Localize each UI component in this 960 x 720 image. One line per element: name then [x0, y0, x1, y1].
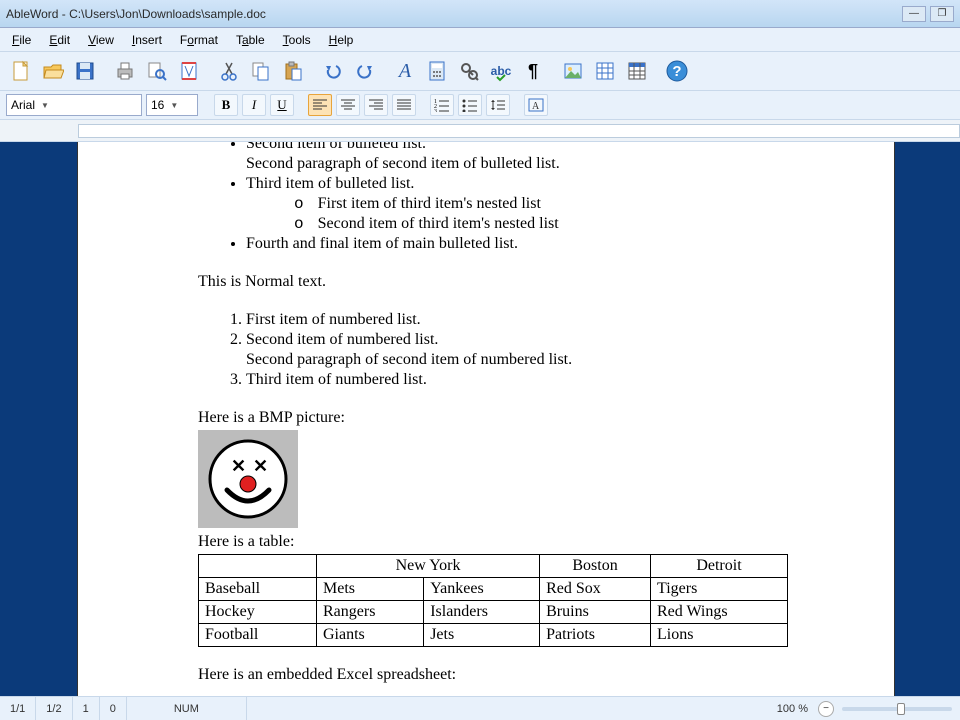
- list-item: First item of numbered list.: [246, 310, 774, 330]
- align-justify-button[interactable]: [392, 94, 416, 116]
- font-button[interactable]: A: [390, 56, 420, 86]
- spellcheck-button[interactable]: abc: [486, 56, 516, 86]
- new-button[interactable]: [6, 56, 36, 86]
- standard-toolbar: A abc ¶ ?: [0, 52, 960, 91]
- app-window: AbleWord - C:\Users\Jon\Downloads\sample…: [0, 0, 960, 720]
- zoom-level: 100 %: [767, 697, 818, 720]
- table-header: Boston: [540, 555, 651, 578]
- text-box-button[interactable]: A: [524, 94, 548, 116]
- paragraph: This is Normal text.: [198, 272, 774, 292]
- menu-edit[interactable]: Edit: [41, 31, 78, 49]
- show-paragraph-button[interactable]: ¶: [518, 56, 548, 86]
- open-button[interactable]: [38, 56, 68, 86]
- list-item: Third item of bulleted list. First item …: [246, 174, 774, 234]
- insert-image-button[interactable]: [558, 56, 588, 86]
- menu-table[interactable]: Table: [228, 31, 273, 49]
- line-spacing-button[interactable]: [486, 94, 510, 116]
- table-header: Detroit: [650, 555, 787, 578]
- list-item: Second item of bulleted list. Second par…: [246, 142, 774, 174]
- title-bar: AbleWord - C:\Users\Jon\Downloads\sample…: [0, 0, 960, 28]
- maximize-button[interactable]: ❐: [930, 6, 954, 22]
- zoom-slider[interactable]: [842, 707, 952, 711]
- window-title: AbleWord - C:\Users\Jon\Downloads\sample…: [6, 7, 898, 21]
- list-item: Third item of numbered list.: [246, 370, 774, 390]
- paragraph: Here is a table:: [198, 532, 774, 552]
- minimize-button[interactable]: —: [902, 6, 926, 22]
- status-bar: 1/1 1/2 1 0 NUM 100 % −: [0, 696, 960, 720]
- list-item: Second item of third item's nested list: [294, 214, 774, 234]
- font-name-combo[interactable]: Arial▼: [6, 94, 142, 116]
- status-num: NUM: [127, 697, 247, 720]
- format-toolbar: Arial▼ 16▼ B I U 123 A: [0, 91, 960, 120]
- insert-grid-button[interactable]: [590, 56, 620, 86]
- status-line: 1: [73, 697, 100, 720]
- help-button[interactable]: ?: [662, 56, 692, 86]
- workspace: Second item of bulleted list. Second par…: [0, 142, 960, 696]
- list-item: Fourth and final item of main bulleted l…: [246, 234, 774, 254]
- print-button[interactable]: [110, 56, 140, 86]
- svg-text:?: ?: [672, 63, 681, 80]
- align-right-button[interactable]: [364, 94, 388, 116]
- bold-button[interactable]: B: [214, 94, 238, 116]
- italic-button[interactable]: I: [242, 94, 266, 116]
- redo-button[interactable]: [350, 56, 380, 86]
- svg-text:✕: ✕: [231, 456, 246, 476]
- underline-button[interactable]: U: [270, 94, 294, 116]
- font-size-combo[interactable]: 16▼: [146, 94, 198, 116]
- menu-tools[interactable]: Tools: [275, 31, 319, 49]
- svg-text:A: A: [532, 101, 540, 112]
- dropdown-icon: ▼: [170, 101, 178, 110]
- menu-help[interactable]: Help: [321, 31, 362, 49]
- svg-text:✕: ✕: [253, 456, 268, 476]
- numbered-list-button[interactable]: 123: [430, 94, 454, 116]
- table-row: BaseballMetsYankeesRed SoxTigers: [199, 578, 788, 601]
- embedded-image[interactable]: ✕ ✕: [198, 430, 298, 528]
- align-left-button[interactable]: [308, 94, 332, 116]
- svg-text:3: 3: [434, 109, 437, 112]
- zoom-out-button[interactable]: −: [818, 701, 834, 717]
- copy-button[interactable]: [246, 56, 276, 86]
- horizontal-ruler[interactable]: [0, 120, 960, 142]
- calculator-button[interactable]: [422, 56, 452, 86]
- bulleted-list-button[interactable]: [458, 94, 482, 116]
- cut-button[interactable]: [214, 56, 244, 86]
- menu-view[interactable]: View: [80, 31, 122, 49]
- table-row: HockeyRangersIslandersBruinsRed Wings: [199, 601, 788, 624]
- paste-button[interactable]: [278, 56, 308, 86]
- menu-bar: File Edit View Insert Format Table Tools…: [0, 28, 960, 52]
- menu-insert[interactable]: Insert: [124, 31, 170, 49]
- list-item: Second item of numbered list. Second par…: [246, 330, 774, 370]
- table-header: New York: [317, 555, 540, 578]
- align-center-button[interactable]: [336, 94, 360, 116]
- undo-button[interactable]: [318, 56, 348, 86]
- find-button[interactable]: [454, 56, 484, 86]
- clown-face-icon: ✕ ✕: [207, 438, 289, 520]
- status-pages: 1/1: [0, 697, 36, 720]
- dropdown-icon: ▼: [41, 101, 49, 110]
- menu-file[interactable]: File: [4, 31, 39, 49]
- paragraph: Here is an embedded Excel spreadsheet:: [198, 665, 774, 685]
- print-preview-button[interactable]: [142, 56, 172, 86]
- document-table[interactable]: New York Boston Detroit BaseballMetsYank…: [198, 554, 788, 647]
- list-item: First item of third item's nested list: [294, 194, 774, 214]
- document-page[interactable]: Second item of bulleted list. Second par…: [78, 142, 894, 696]
- paragraph: Here is a BMP picture:: [198, 408, 774, 428]
- status-col: 0: [100, 697, 127, 720]
- status-section: 1/2: [36, 697, 72, 720]
- page-setup-button[interactable]: [174, 56, 204, 86]
- save-button[interactable]: [70, 56, 100, 86]
- table-row: FootballGiantsJetsPatriotsLions: [199, 624, 788, 647]
- menu-format[interactable]: Format: [172, 31, 226, 49]
- insert-table-button[interactable]: [622, 56, 652, 86]
